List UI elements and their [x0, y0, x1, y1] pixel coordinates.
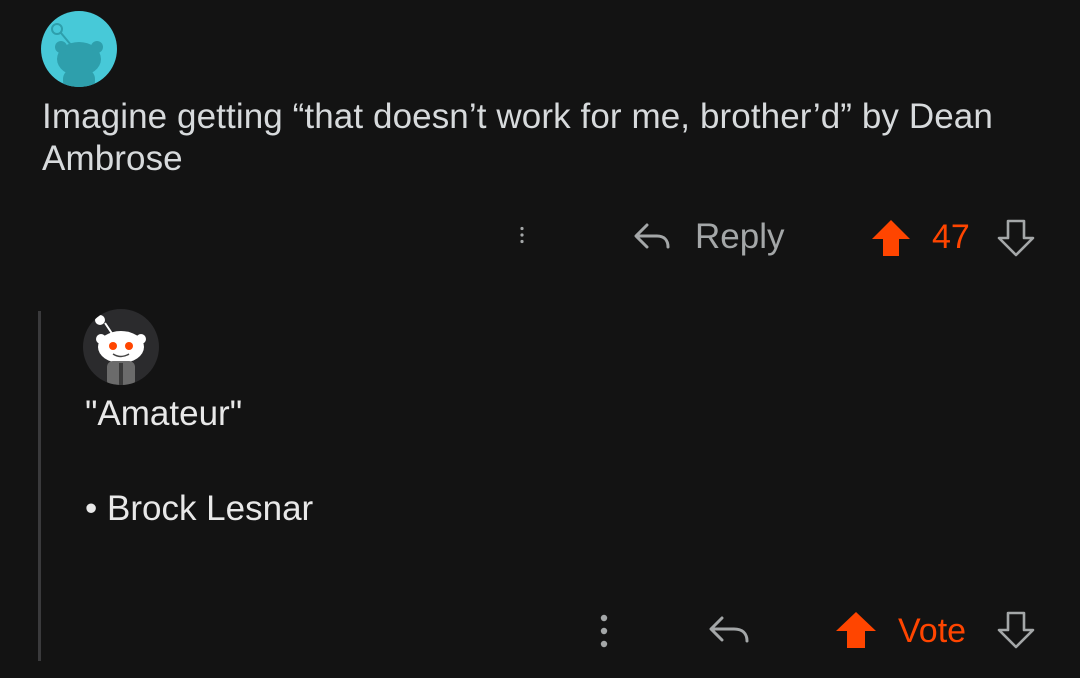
- downvote-arrow-icon: [997, 611, 1035, 649]
- snoo-avatar-icon: [51, 23, 103, 87]
- downvote-arrow-icon: [997, 219, 1035, 257]
- reply-arrow-icon: [709, 616, 749, 643]
- avatar[interactable]: [83, 309, 159, 385]
- reply-button[interactable]: Reply: [631, 214, 784, 260]
- kebab-icon: [520, 226, 524, 244]
- reply-body-line: • Brock Lesnar: [85, 489, 314, 528]
- comment-body: Imagine getting “that doesn’t work for m…: [42, 97, 993, 178]
- upvote-arrow-icon: [836, 612, 876, 648]
- reply-button[interactable]: [706, 612, 752, 648]
- avatar[interactable]: [41, 11, 117, 87]
- reply-arrow-icon: [634, 223, 670, 249]
- snoo-avatar-icon: [95, 315, 146, 385]
- vote-score: 47: [932, 218, 970, 256]
- thread-line[interactable]: [38, 311, 41, 661]
- upvote-button[interactable]: [870, 218, 912, 258]
- reply-label: Reply: [695, 217, 785, 256]
- upvote-arrow-icon: [872, 220, 910, 256]
- kebab-icon: [600, 614, 608, 648]
- downvote-button[interactable]: [996, 218, 1036, 258]
- upvote-button[interactable]: [834, 610, 878, 650]
- more-options-button[interactable]: [594, 611, 614, 651]
- more-options-button[interactable]: [517, 217, 537, 257]
- downvote-button[interactable]: [996, 610, 1036, 650]
- vote-label: Vote: [898, 612, 967, 650]
- reply-body-line: "Amateur": [85, 394, 243, 433]
